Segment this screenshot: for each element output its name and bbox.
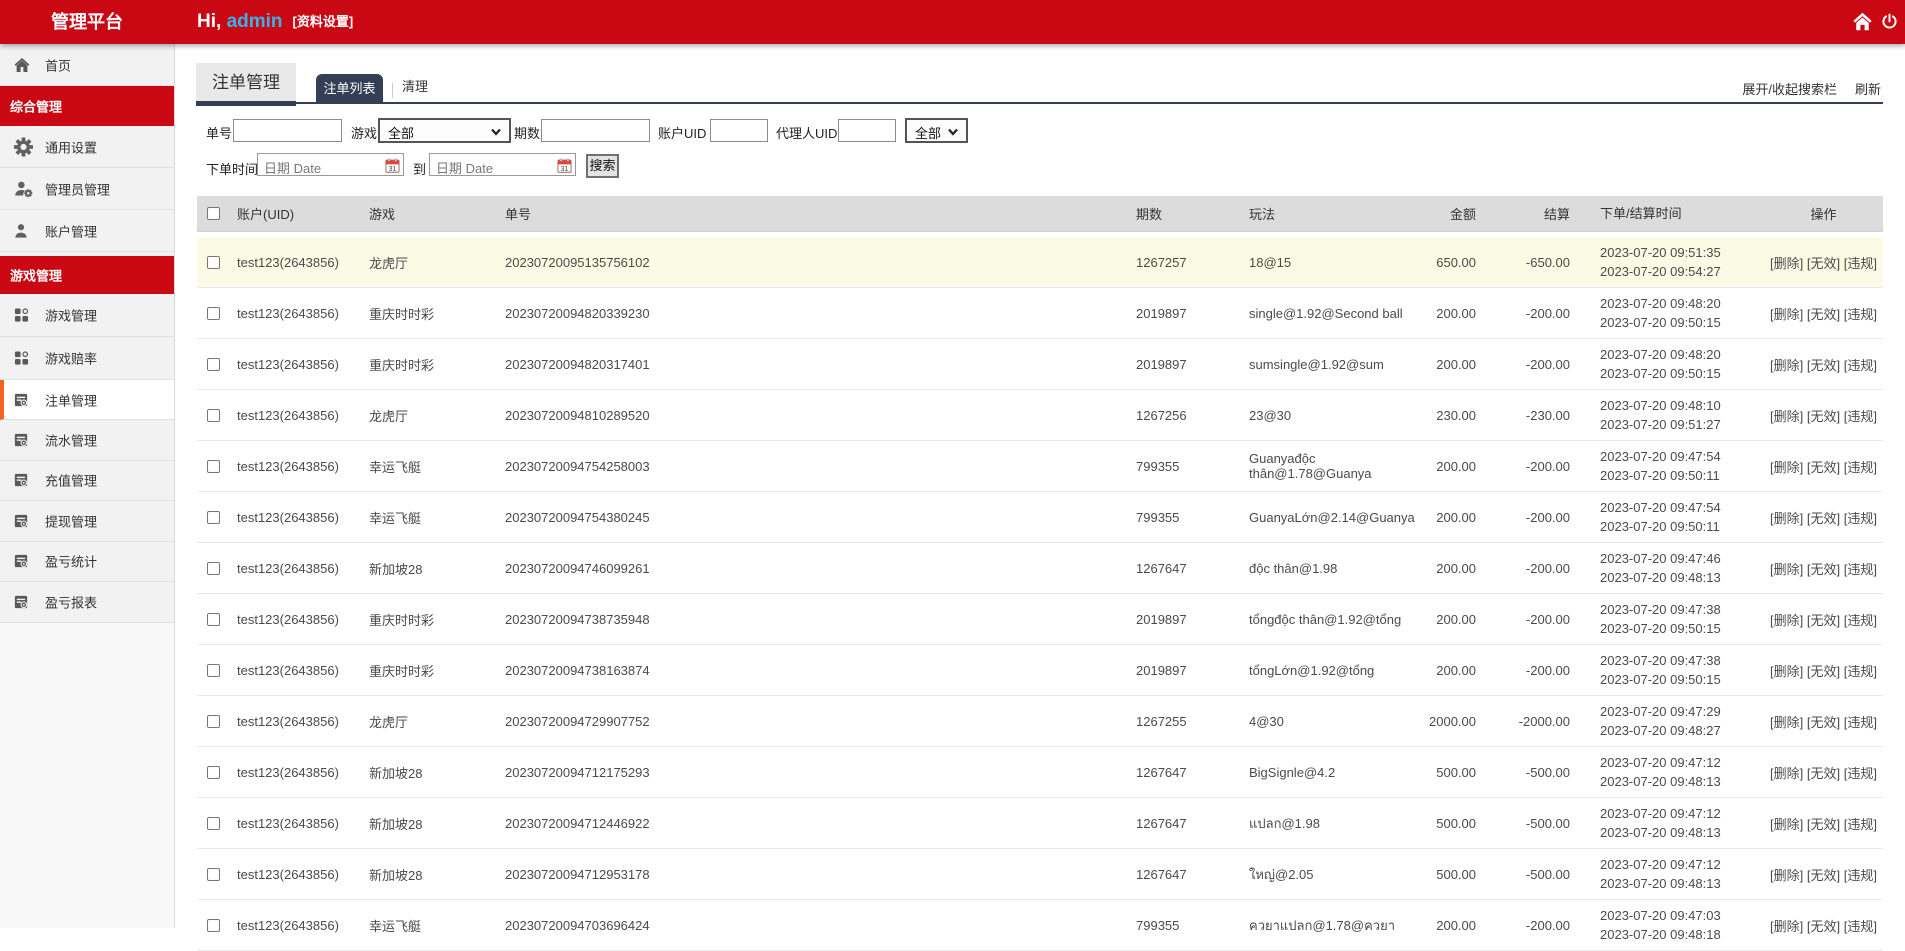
svg-text:31: 31 — [389, 166, 397, 173]
svg-text:31: 31 — [561, 166, 569, 173]
